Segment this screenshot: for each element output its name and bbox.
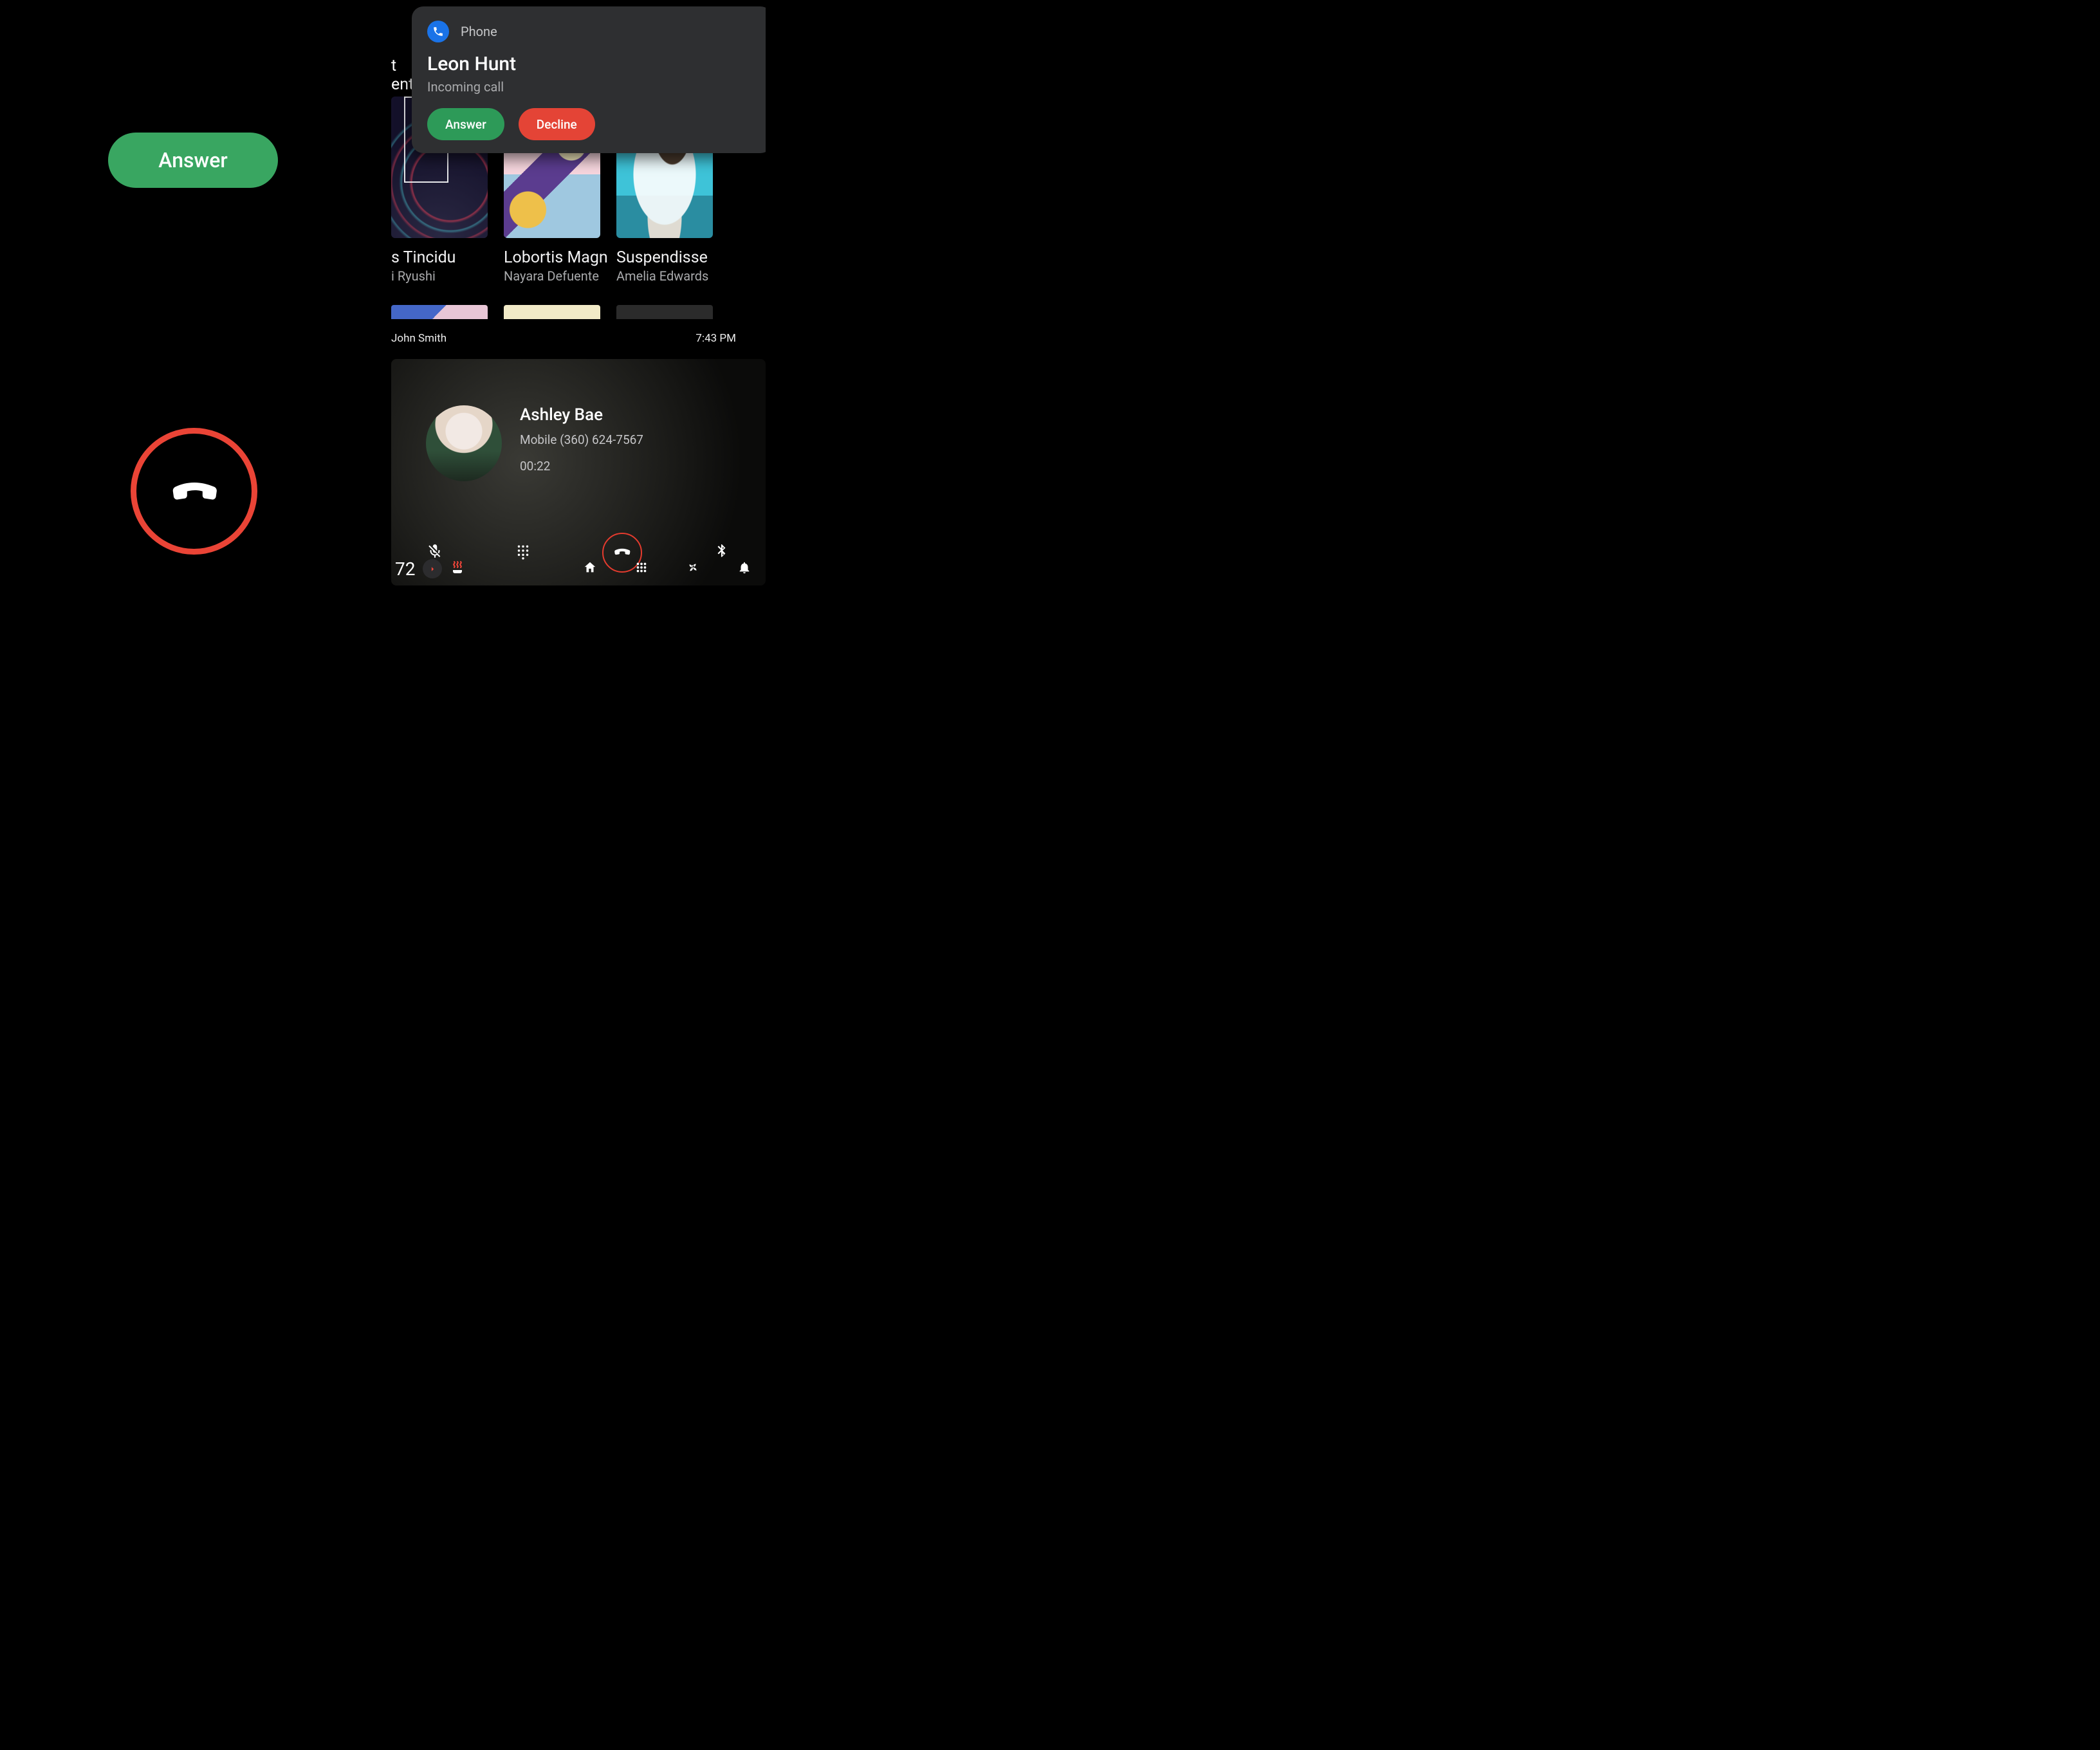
media-subtitle: Amelia Edwards bbox=[616, 268, 713, 284]
decline-button-label: Decline bbox=[537, 117, 577, 132]
phone-app-icon bbox=[427, 21, 449, 42]
hvac-temp-increase[interactable] bbox=[423, 559, 442, 578]
answer-button[interactable]: Answer bbox=[427, 108, 504, 140]
notifications-button[interactable] bbox=[737, 560, 751, 577]
answer-button[interactable]: Answer bbox=[108, 133, 278, 188]
text-fragment: ent bbox=[391, 75, 414, 94]
media-row-2 bbox=[391, 305, 713, 319]
album-art[interactable] bbox=[391, 305, 488, 319]
media-subtitle: i Ryushi bbox=[391, 268, 488, 284]
hvac-fan-button[interactable] bbox=[686, 560, 700, 577]
caller-name: Leon Hunt bbox=[427, 53, 516, 75]
text-fragment: t bbox=[391, 57, 396, 75]
phone-hangup-icon bbox=[163, 459, 225, 524]
hvac-driver-temp[interactable]: 72 bbox=[395, 558, 415, 580]
album-art[interactable] bbox=[504, 305, 600, 319]
apps-button[interactable] bbox=[634, 560, 649, 577]
seat-heat-button[interactable] bbox=[450, 560, 465, 578]
incoming-call-notification: Phone Leon Hunt Incoming call Answer Dec… bbox=[412, 6, 766, 153]
home-button[interactable] bbox=[583, 560, 597, 577]
media-title: Lobortis Magn bbox=[504, 248, 600, 267]
album-art[interactable] bbox=[616, 305, 713, 319]
call-status: Incoming call bbox=[427, 79, 504, 95]
decline-button[interactable]: Decline bbox=[519, 108, 595, 140]
answer-button-label: Answer bbox=[445, 117, 486, 132]
in-call-contact-name: Ashley Bae bbox=[520, 405, 643, 425]
in-call-contact-number: Mobile (360) 624-7567 bbox=[520, 432, 643, 447]
status-bar-time: 7:43 PM bbox=[695, 332, 766, 355]
contact-avatar bbox=[426, 405, 502, 481]
in-call-duration: 00:22 bbox=[520, 459, 643, 474]
in-call-screen: John Smith 7:43 PM Ashley Bae Mobile (36… bbox=[391, 319, 766, 585]
media-title: s Tincidu bbox=[391, 248, 488, 267]
notification-app-name: Phone bbox=[461, 24, 497, 39]
status-bar-user: John Smith bbox=[391, 332, 447, 355]
end-call-button[interactable] bbox=[131, 428, 257, 555]
media-subtitle: Nayara Defuente bbox=[504, 268, 600, 284]
status-bar: John Smith 7:43 PM bbox=[391, 319, 766, 355]
answer-button-label: Answer bbox=[158, 148, 227, 172]
media-title: Suspendisse bbox=[616, 248, 713, 267]
system-nav-bar: 72 bbox=[391, 552, 760, 585]
